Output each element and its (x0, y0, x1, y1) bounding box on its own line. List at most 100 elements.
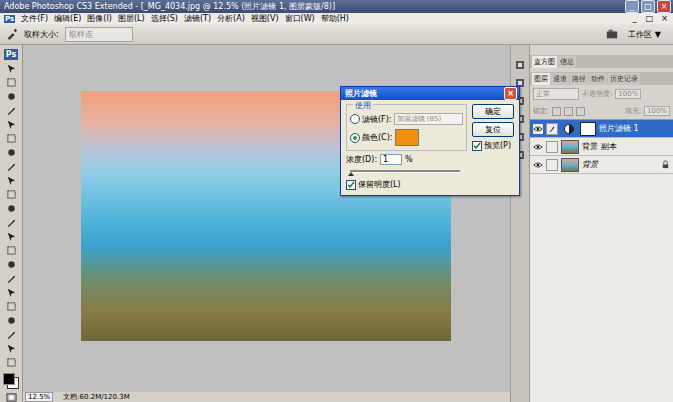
radio-button[interactable] (350, 133, 360, 143)
preserve-label[interactable]: 保留明度(L) (358, 179, 401, 190)
menu-item[interactable]: 图像(I) (87, 13, 112, 24)
density-input[interactable]: 1 (380, 154, 402, 165)
brush-icon (548, 125, 556, 133)
path-select-icon[interactable] (6, 287, 17, 298)
crop-icon[interactable] (6, 119, 17, 130)
dialog-close-button[interactable]: × (504, 87, 517, 100)
preview-row: 预览(P) (472, 140, 514, 151)
document-control-button[interactable]: _ (630, 14, 639, 23)
eye-icon[interactable] (533, 142, 543, 152)
layer-mask-thumbnail[interactable] (580, 122, 596, 136)
panel-tab[interactable]: 路径 (570, 73, 588, 85)
menu-item[interactable]: 帮助(H) (321, 13, 349, 24)
slider-thumb[interactable] (348, 172, 354, 176)
menu-item[interactable]: 选择(S) (151, 13, 178, 24)
filter-select[interactable]: 加温滤镜 (85) (394, 113, 463, 125)
toolbox: Ps (0, 45, 23, 402)
heal-icon[interactable] (6, 147, 17, 158)
layer-name: 照片滤镜 1 (599, 123, 670, 134)
lock-pixels-button[interactable] (552, 107, 561, 116)
panel-tab[interactable]: 历史记录 (608, 73, 640, 85)
preview-checkbox[interactable] (472, 141, 482, 151)
status-bar: 12.5%文档:60.2M/120.3M (23, 392, 510, 402)
menu-item[interactable]: 图层(L) (118, 13, 145, 24)
menu-item[interactable]: 文件(F) (21, 13, 48, 24)
workspace-button[interactable]: 工作区 ▼ (624, 28, 665, 41)
eraser-icon[interactable] (6, 203, 17, 214)
eyedropper-icon[interactable] (6, 28, 18, 40)
shape-icon[interactable] (6, 301, 17, 312)
preserve-checkbox[interactable] (346, 180, 356, 190)
lock-all-button[interactable] (576, 107, 585, 116)
quick-mask-icon[interactable] (6, 392, 17, 402)
tick-icon (347, 181, 355, 189)
notes-icon[interactable] (6, 315, 17, 326)
history-brush-icon[interactable] (6, 189, 17, 200)
dialog-button[interactable]: 复位 (472, 122, 514, 137)
layer-row[interactable]: 背景 (530, 156, 673, 174)
menu-item[interactable]: 视图(V) (251, 13, 279, 24)
gradient-icon[interactable] (6, 217, 17, 228)
foreground-color[interactable] (3, 373, 15, 385)
color-swatches[interactable] (3, 373, 19, 389)
document-control-button[interactable]: □ (645, 14, 654, 23)
panel-tab[interactable]: 动作 (589, 73, 607, 85)
photo-filter-dialog: 照片滤镜×使用滤镜(F):加温滤镜 (85)颜色(C):确定复位预览(P)浓度(… (340, 86, 520, 196)
zoom-icon[interactable] (6, 357, 17, 368)
menu-item[interactable]: 滤镜(T) (184, 13, 211, 24)
panel-tab[interactable]: 直方图 (532, 56, 557, 68)
eyedropper-icon[interactable] (6, 329, 17, 340)
brush-icon[interactable] (6, 161, 17, 172)
fill-field[interactable]: 100% (644, 106, 670, 116)
radio-button[interactable] (350, 114, 360, 124)
hand-icon[interactable] (6, 343, 17, 354)
layer-link-box[interactable] (546, 159, 558, 171)
choice-label[interactable]: 颜色(C): (362, 132, 393, 143)
density-unit: % (405, 155, 413, 164)
panel-tab[interactable]: 通道 (551, 73, 569, 85)
window-control-button[interactable]: _ (625, 0, 639, 13)
choice-row: 颜色(C): (350, 129, 463, 146)
zoom-field[interactable]: 12.5% (25, 392, 53, 402)
wand-icon[interactable] (6, 105, 17, 116)
choice-row: 滤镜(F):加温滤镜 (85) (350, 113, 463, 125)
preview-label[interactable]: 预览(P) (484, 140, 511, 151)
adjustment-thumbnail-icon (561, 123, 577, 135)
blend-mode-select[interactable]: 正常 (533, 88, 579, 100)
eye-icon[interactable] (533, 124, 543, 134)
opacity-field[interactable]: 100% (615, 89, 641, 99)
blur-icon[interactable] (6, 231, 17, 242)
layer-row[interactable]: 背景 副本 (530, 138, 673, 156)
lasso-icon[interactable] (6, 91, 17, 102)
title-bar: Adobe Photoshop CS3 Extended - [_MG_4034… (0, 0, 673, 13)
lock-label: 锁定: (533, 106, 549, 116)
stamp-icon[interactable] (6, 175, 17, 186)
menu-item[interactable]: 分析(A) (217, 13, 245, 24)
dodge-icon[interactable] (6, 245, 17, 256)
panel-tab[interactable]: 图层 (532, 73, 550, 85)
marquee-icon[interactable] (6, 77, 17, 88)
pen-icon[interactable] (6, 259, 17, 270)
density-slider[interactable] (350, 168, 460, 176)
move-icon[interactable] (6, 63, 17, 74)
document-control-button[interactable]: × (660, 14, 669, 23)
lock-icon (661, 160, 670, 169)
layer-link-box[interactable] (546, 123, 558, 135)
window-control-button[interactable]: × (657, 0, 671, 13)
lock-position-button[interactable] (564, 107, 573, 116)
menu-item[interactable]: 编辑(E) (54, 13, 81, 24)
type-icon[interactable] (6, 273, 17, 284)
eye-icon[interactable] (533, 160, 543, 170)
slice-icon[interactable] (6, 133, 17, 144)
window-control-button[interactable]: □ (641, 0, 655, 13)
choice-label[interactable]: 滤镜(F): (362, 114, 392, 125)
navigator-icon[interactable] (514, 59, 526, 71)
sample-size-select[interactable]: 取样点 (65, 27, 133, 42)
dialog-button[interactable]: 确定 (472, 104, 514, 119)
menu-item[interactable]: 窗口(W) (285, 13, 315, 24)
color-swatch[interactable] (395, 129, 419, 146)
layer-row[interactable]: 照片滤镜 1 (530, 120, 673, 138)
layer-link-box[interactable] (546, 141, 558, 153)
panel-tab[interactable]: 信息 (558, 56, 576, 68)
bridge-icon[interactable] (606, 28, 618, 40)
